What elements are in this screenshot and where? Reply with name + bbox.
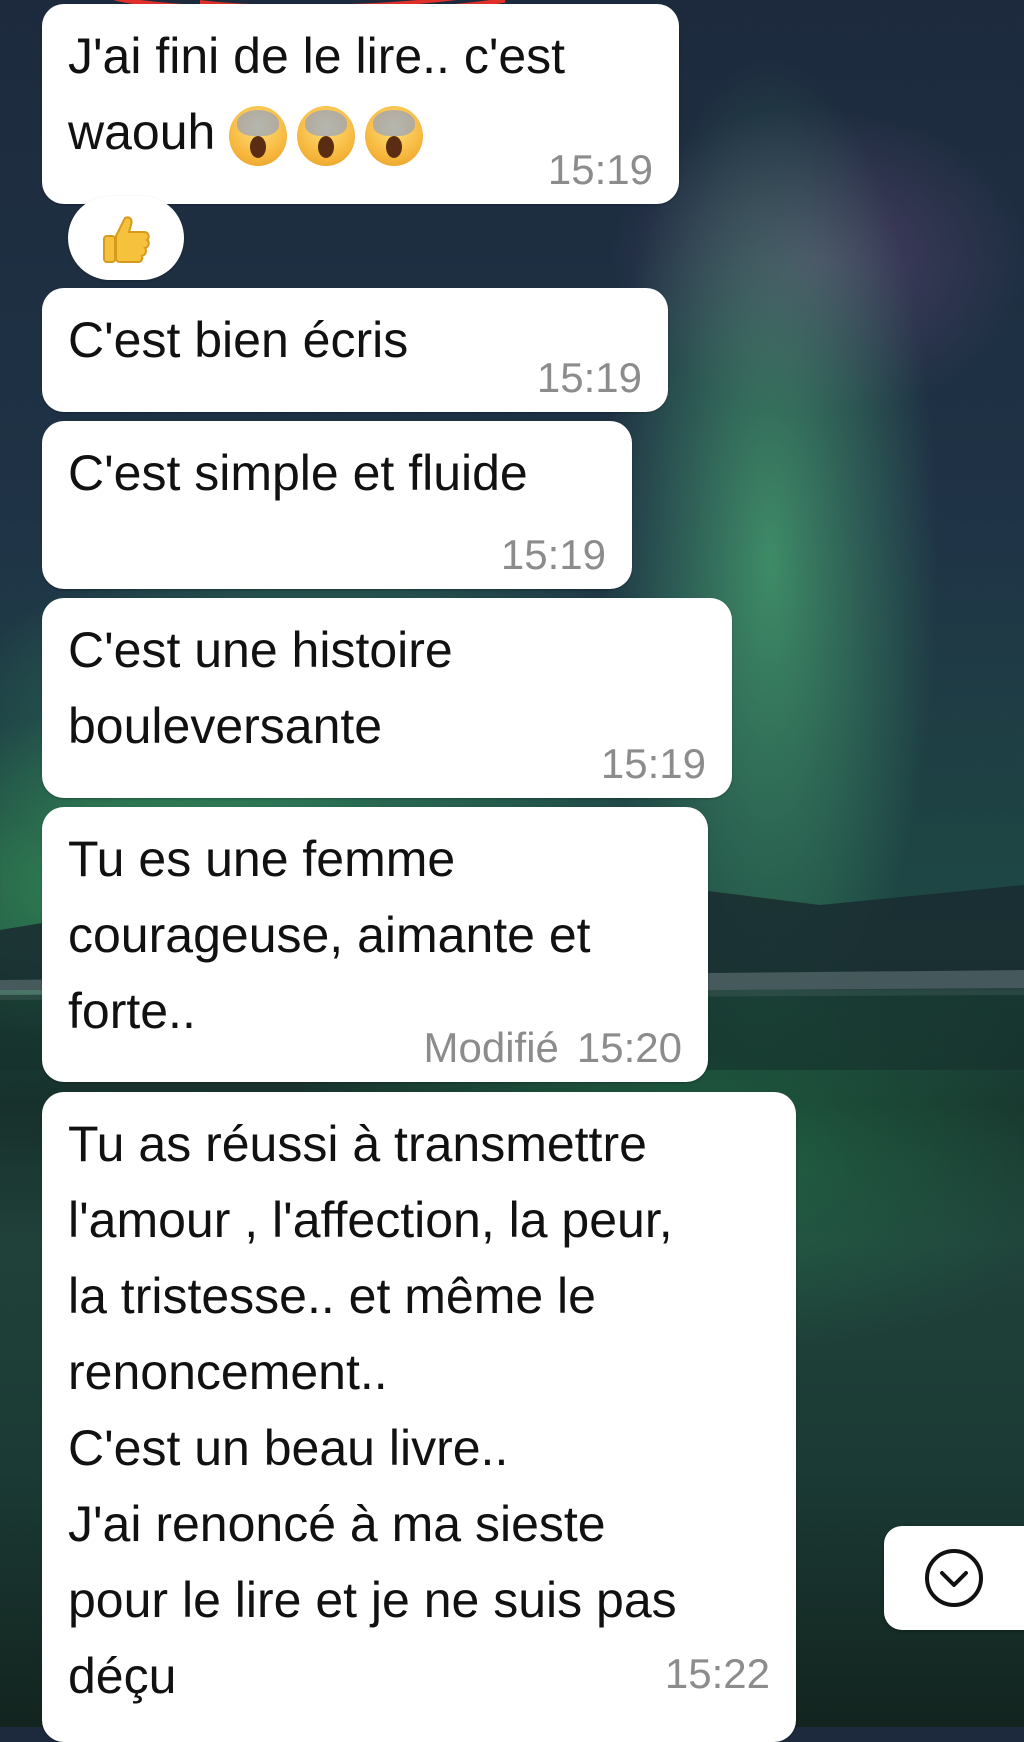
thumbs-up-icon	[103, 216, 150, 263]
message-bubble[interactable]: C'est bien écris 15:19	[42, 288, 668, 412]
message-bubble[interactable]: J'ai fini de le lire.. c'est waouh 15:19	[42, 4, 679, 204]
message-text: Tu es une femme courageuse, aimante et f…	[68, 831, 591, 1039]
message-timestamp: 15:22	[664, 1650, 770, 1697]
message-bubble[interactable]: C'est une histoire bouleversante 15:19	[42, 598, 732, 798]
message-timestamp: 15:19	[600, 740, 706, 787]
face-screaming-in-fear-icon	[365, 105, 424, 166]
message-bubble[interactable]: C'est simple et fluide 15:19	[42, 421, 632, 589]
message-timestamp: 15:19	[500, 531, 606, 578]
scroll-to-bottom-button[interactable]	[884, 1526, 1024, 1630]
message-text: C'est simple et fluide	[68, 445, 528, 501]
message-bubble[interactable]: Tu as réussi à transmettre l'amour , l'a…	[42, 1092, 796, 1742]
edited-label: Modifié	[423, 1024, 559, 1071]
message-timestamp: Modifié 15:20	[423, 1024, 682, 1071]
message-timestamp: 15:19	[536, 354, 642, 401]
message-bubble[interactable]: Tu es une femme courageuse, aimante et f…	[42, 807, 708, 1082]
face-screaming-in-fear-icon	[297, 105, 356, 166]
emoji-row	[229, 105, 424, 166]
message-text: Tu as réussi à transmettre l'amour , l'a…	[68, 1116, 677, 1704]
face-screaming-in-fear-icon	[229, 105, 288, 166]
reaction-badge[interactable]	[68, 196, 184, 280]
message-timestamp: 15:19	[547, 146, 653, 193]
chevron-down-circle-icon	[925, 1549, 983, 1607]
